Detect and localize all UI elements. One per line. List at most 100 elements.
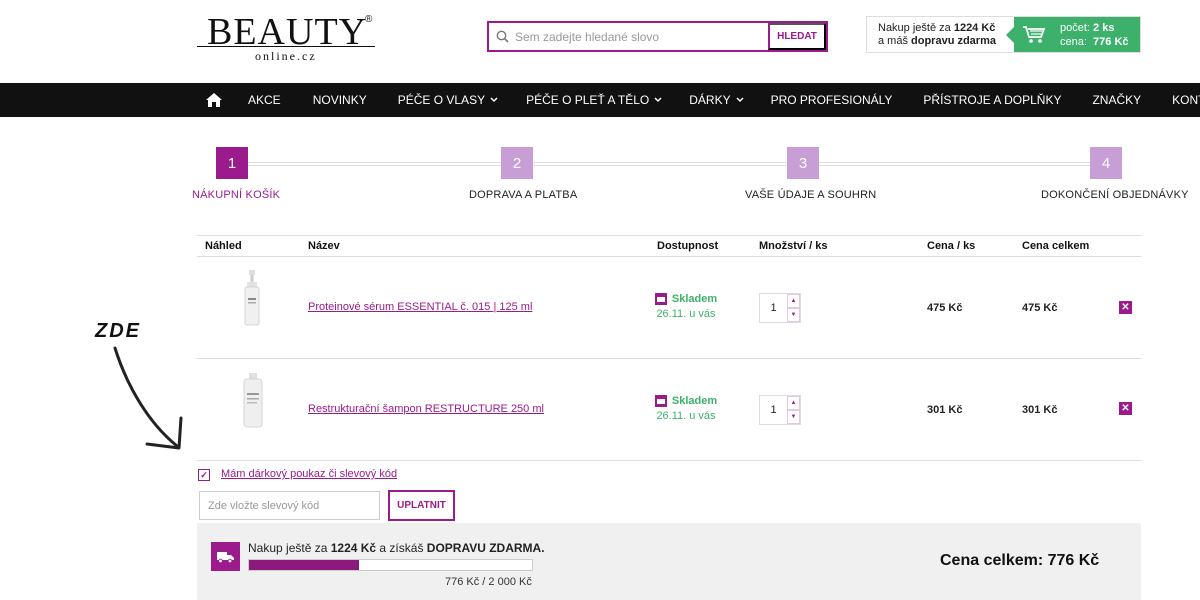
remove-item-icon[interactable]: ✕ bbox=[1119, 402, 1132, 415]
cart-count-label: počet: bbox=[1060, 21, 1090, 34]
quantity-up-icon[interactable]: ▲ bbox=[787, 294, 800, 308]
nav-home[interactable] bbox=[206, 93, 222, 107]
voucher-toggle-link[interactable]: Mám dárkový poukaz či slevový kód bbox=[221, 468, 397, 480]
delivery-date: 26.11. u vás bbox=[656, 410, 716, 422]
quantity-down-icon[interactable]: ▼ bbox=[787, 410, 800, 424]
chevron-down-icon bbox=[654, 97, 662, 103]
chevron-down-icon bbox=[490, 97, 498, 103]
annotation-arrow-icon bbox=[113, 346, 183, 450]
nav-item-pro-profesionaly[interactable]: PRO PROFESIONÁLY bbox=[771, 93, 893, 107]
cart-widget[interactable]: Nakup ještě za 1224 Kč a máš dopravu zda… bbox=[866, 16, 1141, 53]
quantity-up-icon[interactable]: ▲ bbox=[787, 396, 800, 410]
column-header-name: Název bbox=[308, 240, 340, 252]
total-price: 301 Kč bbox=[1022, 404, 1058, 416]
quantity-value[interactable]: 1 bbox=[760, 294, 787, 322]
search-button[interactable]: HLEDAT bbox=[768, 23, 826, 50]
cart-summary[interactable]: počet: 2 ks cena: 776 Kč bbox=[1006, 17, 1140, 52]
calendar-icon bbox=[654, 293, 667, 305]
column-header-total-price: Cena celkem bbox=[1022, 240, 1090, 252]
cart-icon bbox=[1014, 25, 1054, 45]
nav-item-label: PÉČE O VLASY bbox=[397, 93, 486, 107]
availability-status: Skladem bbox=[671, 293, 718, 305]
free-shipping-prefix: Nakup ještě za bbox=[248, 541, 331, 555]
availability-info: Skladem 26.11. u vás bbox=[646, 293, 726, 320]
row-divider bbox=[197, 256, 1141, 257]
voucher-code-input[interactable] bbox=[199, 491, 380, 520]
row-divider bbox=[197, 460, 1141, 461]
logo-subtitle: online.cz bbox=[255, 49, 317, 63]
main-navigation: AKCE NOVINKY PÉČE O VLASY PÉČE O PLEŤ A … bbox=[0, 83, 1200, 117]
order-total: Cena celkem: 776 Kč bbox=[940, 552, 1100, 569]
step-4-box[interactable]: 4 bbox=[1090, 147, 1122, 179]
step-3-box[interactable]: 3 bbox=[787, 147, 819, 179]
quantity-stepper[interactable]: 1 ▲ ▼ bbox=[759, 395, 801, 425]
cart-promo-line2-prefix: a máš bbox=[878, 35, 912, 47]
progress-text: 776 Kč / 2 000 Kč bbox=[445, 576, 532, 588]
nav-item-label: PÉČE O PLEŤ A TĚLO bbox=[526, 93, 650, 107]
voucher-checkbox[interactable]: ✓ bbox=[198, 469, 210, 481]
free-shipping-message: Nakup ještě za 1224 Kč a získáš DOPRAVU … bbox=[248, 541, 545, 555]
site-logo[interactable]: BEAUTY ® online.cz bbox=[197, 10, 377, 64]
nav-item-novinky[interactable]: NOVINKY bbox=[313, 93, 367, 107]
row-divider bbox=[197, 358, 1141, 359]
availability-info: Skladem 26.11. u vás bbox=[646, 395, 726, 422]
column-header-availability: Dostupnost bbox=[657, 240, 719, 252]
home-icon bbox=[206, 93, 222, 107]
step-1-label: NÁKUPNÍ KOŠÍK bbox=[192, 189, 281, 201]
product-link[interactable]: Proteinové sérum ESSENTIAL č. 015 | 125 … bbox=[308, 301, 532, 313]
nav-item-darky[interactable]: DÁRKY bbox=[689, 93, 744, 107]
product-image-shampoo[interactable] bbox=[242, 373, 264, 429]
free-shipping-bold: DOPRAVU ZDARMA. bbox=[426, 541, 545, 555]
progress-fill bbox=[249, 560, 359, 570]
cart-stats: počet: 2 ks cena: 776 Kč bbox=[1054, 21, 1129, 49]
nav-item-label: DÁRKY bbox=[689, 93, 731, 107]
step-3-label: VAŠE ÚDAJE A SOUHRN bbox=[745, 189, 877, 201]
free-shipping-progress-bar bbox=[248, 559, 533, 571]
search-icon bbox=[489, 23, 515, 50]
nav-item-kontakt[interactable]: KONTAKT bbox=[1172, 93, 1200, 107]
nav-item-pristroje-a-doplnky[interactable]: PŘÍSTROJE A DOPLŇKY bbox=[923, 93, 1061, 107]
nav-item-pece-o-plet-a-telo[interactable]: PÉČE O PLEŤ A TĚLO bbox=[526, 93, 662, 107]
logo-text: BEAUTY bbox=[207, 11, 368, 53]
truck-icon bbox=[211, 542, 240, 571]
cart-count-value: 2 ks bbox=[1093, 21, 1115, 34]
step-2-label: DOPRAVA A PLATBA bbox=[469, 189, 578, 201]
logo-registered-mark: ® bbox=[365, 14, 373, 25]
quantity-value[interactable]: 1 bbox=[760, 396, 787, 424]
search-input[interactable] bbox=[515, 23, 768, 50]
unit-price: 475 Kč bbox=[927, 302, 963, 314]
free-shipping-amount: 1224 Kč bbox=[330, 541, 377, 555]
nav-item-pece-o-vlasy[interactable]: PÉČE O VLASY bbox=[398, 93, 498, 107]
step-1-box[interactable]: 1 bbox=[216, 147, 248, 179]
search-bar: HLEDAT bbox=[487, 21, 828, 52]
nav-item-akce[interactable]: AKCE bbox=[248, 93, 281, 107]
cart-promo-prefix: Nakup ještě za bbox=[878, 22, 954, 34]
total-price: 475 Kč bbox=[1022, 302, 1058, 314]
column-header-preview: Náhled bbox=[205, 240, 242, 252]
product-image-serum[interactable] bbox=[242, 270, 262, 328]
remove-item-icon[interactable]: ✕ bbox=[1119, 301, 1132, 314]
cart-promo-line2-bold: dopravu zdarma bbox=[911, 35, 996, 47]
calendar-icon bbox=[654, 395, 667, 407]
checkout-steps-line bbox=[232, 162, 1108, 166]
cart-price-label: cena: bbox=[1060, 35, 1087, 48]
cart-free-shipping-promo: Nakup ještě za 1224 Kč a máš dopravu zda… bbox=[867, 17, 1014, 52]
product-link[interactable]: Restrukturační šampon RESTRUCTURE 250 ml bbox=[308, 403, 544, 415]
chevron-down-icon bbox=[736, 97, 744, 103]
step-2-box[interactable]: 2 bbox=[501, 147, 533, 179]
unit-price: 301 Kč bbox=[927, 404, 963, 416]
column-header-quantity: Množství / ks bbox=[759, 240, 828, 252]
nav-item-znacky[interactable]: ZNAČKY bbox=[1092, 93, 1141, 107]
free-shipping-middle: a získáš bbox=[376, 541, 427, 555]
availability-status: Skladem bbox=[671, 395, 718, 407]
order-summary-bar: Nakup ještě za 1224 Kč a získáš DOPRAVU … bbox=[197, 523, 1141, 600]
logo-underline bbox=[197, 46, 375, 47]
cart-promo-amount: 1224 Kč bbox=[953, 22, 996, 34]
column-header-unit-price: Cena / ks bbox=[927, 240, 976, 252]
quantity-stepper[interactable]: 1 ▲ ▼ bbox=[759, 293, 801, 323]
cart-price-value: 776 Kč bbox=[1093, 35, 1129, 48]
apply-voucher-button[interactable]: UPLATNIT bbox=[388, 490, 455, 521]
quantity-down-icon[interactable]: ▼ bbox=[787, 308, 800, 322]
cart-table-border bbox=[197, 235, 1141, 236]
delivery-date: 26.11. u vás bbox=[656, 308, 716, 320]
